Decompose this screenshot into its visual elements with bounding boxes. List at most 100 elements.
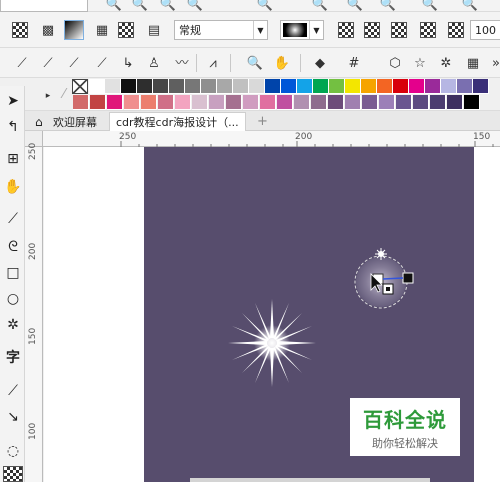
- connector-tool-icon[interactable]: ↘: [3, 406, 23, 428]
- color-swatch[interactable]: [249, 79, 265, 94]
- color-swatch[interactable]: [430, 95, 446, 110]
- mirror-icon[interactable]: ⩘: [203, 53, 223, 73]
- color-swatch[interactable]: [233, 79, 249, 94]
- color-swatch[interactable]: [457, 79, 473, 94]
- pattern-transparency-icon[interactable]: ▦: [92, 20, 112, 40]
- color-swatch[interactable]: [158, 95, 174, 110]
- color-swatch[interactable]: [345, 79, 361, 94]
- gear-icon[interactable]: ✲: [436, 53, 456, 73]
- color-swatch[interactable]: [379, 95, 395, 110]
- star-icon[interactable]: ☆: [410, 53, 430, 73]
- color-swatch[interactable]: [153, 79, 169, 94]
- home-icon[interactable]: ⌂: [29, 112, 49, 131]
- color-swatch[interactable]: [121, 79, 137, 94]
- color-swatch[interactable]: [345, 95, 361, 110]
- transparency-handle[interactable]: [343, 242, 423, 322]
- node-transparency-icon[interactable]: [448, 22, 464, 38]
- color-swatch[interactable]: [141, 95, 157, 110]
- text-tool-icon[interactable]: 字: [3, 346, 23, 368]
- transparency-tool-icon[interactable]: [3, 466, 23, 482]
- color-swatch[interactable]: [393, 79, 409, 94]
- freehand-tool-icon[interactable]: ⟋: [3, 208, 23, 230]
- uniform-transparency-icon[interactable]: ▩: [38, 20, 58, 40]
- color-swatch[interactable]: [137, 79, 153, 94]
- conical-fountain-icon[interactable]: [391, 22, 407, 38]
- color-swatch[interactable]: [243, 95, 259, 110]
- linear-fountain-icon[interactable]: [338, 22, 354, 38]
- color-swatch[interactable]: [329, 79, 345, 94]
- color-swatch[interactable]: [473, 79, 489, 94]
- top-combo[interactable]: [0, 0, 88, 12]
- shape-tool-icon[interactable]: ↰: [3, 116, 23, 138]
- color-swatch[interactable]: [265, 79, 281, 94]
- color-swatch[interactable]: [281, 79, 297, 94]
- no-color-swatch[interactable]: [72, 79, 88, 94]
- fountain-transparency-icon[interactable]: [64, 20, 84, 40]
- texture-transparency-icon[interactable]: ▤: [144, 20, 164, 40]
- polygon-icon[interactable]: ⬡: [385, 53, 405, 73]
- color-swatch[interactable]: [105, 79, 121, 94]
- sparkle-star[interactable]: [222, 293, 322, 393]
- color-swatch[interactable]: [396, 95, 412, 110]
- tab-document[interactable]: cdr教程cdr海报设计（...: [109, 112, 246, 131]
- color-swatch[interactable]: [328, 95, 344, 110]
- parallel-dim-icon[interactable]: ⟋: [3, 380, 23, 402]
- zoom-icon[interactable]: 🔍: [245, 53, 265, 73]
- grid-icon[interactable]: #: [344, 53, 364, 73]
- add-tab-button[interactable]: +: [251, 112, 274, 131]
- color-swatch[interactable]: [413, 95, 429, 110]
- pick-tool-icon[interactable]: ➤: [3, 90, 23, 112]
- color-swatch[interactable]: [311, 95, 327, 110]
- merge-mode-combo[interactable]: 常规 ▼: [174, 20, 268, 40]
- table-icon[interactable]: ▦: [463, 53, 483, 73]
- tab-welcome[interactable]: 欢迎屏幕: [47, 112, 103, 131]
- fill-icon[interactable]: ◆: [310, 53, 330, 73]
- pen-icon[interactable]: ⟋: [92, 53, 112, 73]
- bitmap-transparency-icon[interactable]: [118, 22, 134, 38]
- eyedropper-icon[interactable]: ⁄: [54, 84, 74, 104]
- color-swatch[interactable]: [464, 95, 480, 110]
- color-swatch[interactable]: [90, 95, 106, 110]
- rectangular-fountain-icon[interactable]: [420, 22, 436, 38]
- color-swatch[interactable]: [362, 95, 378, 110]
- color-swatch[interactable]: [377, 79, 393, 94]
- color-swatch[interactable]: [124, 95, 140, 110]
- color-swatch[interactable]: [409, 79, 425, 94]
- color-swatch[interactable]: [185, 79, 201, 94]
- transparency-type-icon[interactable]: [12, 22, 28, 38]
- color-swatch[interactable]: [107, 95, 123, 110]
- artistic-media-icon[interactable]: 〰: [172, 53, 192, 73]
- color-swatch[interactable]: [73, 95, 89, 110]
- color-swatch[interactable]: [277, 95, 293, 110]
- bezier-icon[interactable]: ⟋: [64, 53, 84, 73]
- color-swatch[interactable]: [217, 79, 233, 94]
- transparency-picker[interactable]: ▼: [280, 20, 324, 40]
- ellipse-tool-icon[interactable]: ○: [3, 288, 23, 310]
- color-swatch[interactable]: [260, 95, 276, 110]
- color-swatch[interactable]: [297, 79, 313, 94]
- color-swatch[interactable]: [175, 95, 191, 110]
- more-icon[interactable]: »: [486, 53, 500, 73]
- smart-draw-icon[interactable]: ♙: [144, 53, 164, 73]
- horizontal-scrollbar[interactable]: [190, 478, 430, 482]
- elliptical-fountain-icon[interactable]: [364, 22, 380, 38]
- color-swatch[interactable]: [209, 95, 225, 110]
- shadow-tool-icon[interactable]: ◌: [3, 440, 23, 462]
- rectangle-tool-icon[interactable]: □: [3, 262, 23, 284]
- freehand-icon[interactable]: ⟋: [12, 53, 32, 73]
- color-swatch[interactable]: [361, 79, 377, 94]
- crop-tool-icon[interactable]: ⊞: [3, 148, 23, 170]
- color-swatch[interactable]: [89, 79, 105, 94]
- color-swatch[interactable]: [192, 95, 208, 110]
- node-transparency-field[interactable]: 100: [470, 20, 500, 40]
- color-swatch[interactable]: [313, 79, 329, 94]
- 2point-line-icon[interactable]: ⟋: [38, 53, 58, 73]
- color-swatch[interactable]: [425, 79, 441, 94]
- color-swatch[interactable]: [447, 95, 463, 110]
- color-swatch[interactable]: [294, 95, 310, 110]
- artistic-tool-icon[interactable]: ᘓ: [3, 236, 23, 258]
- color-swatch[interactable]: [201, 79, 217, 94]
- color-swatch[interactable]: [226, 95, 242, 110]
- polygon-tool-icon[interactable]: ✲: [3, 314, 23, 336]
- pan-tool-icon[interactable]: ✋: [3, 176, 23, 198]
